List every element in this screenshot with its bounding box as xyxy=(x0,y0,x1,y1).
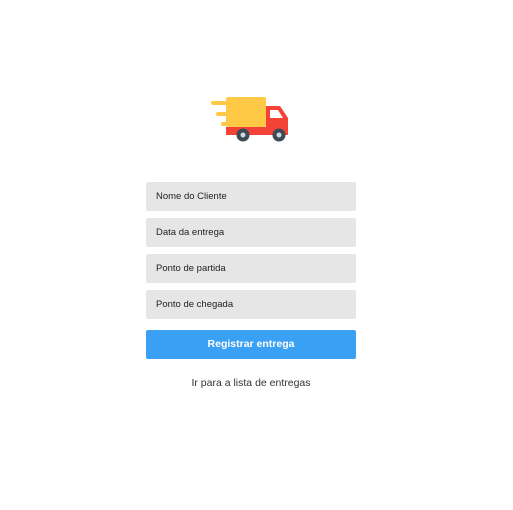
delivery-date-input[interactable] xyxy=(146,218,356,247)
delivery-form: Registrar entrega xyxy=(146,182,356,359)
delivery-truck-icon xyxy=(211,97,288,142)
delivery-list-link[interactable]: Ir para a lista de entregas xyxy=(146,377,356,389)
delivery-registration-page: Registrar entrega Ir para a lista de ent… xyxy=(0,0,513,510)
client-name-input[interactable] xyxy=(146,182,356,211)
arrival-point-input[interactable] xyxy=(146,290,356,319)
register-delivery-button[interactable]: Registrar entrega xyxy=(146,330,356,359)
starting-point-input[interactable] xyxy=(146,254,356,283)
